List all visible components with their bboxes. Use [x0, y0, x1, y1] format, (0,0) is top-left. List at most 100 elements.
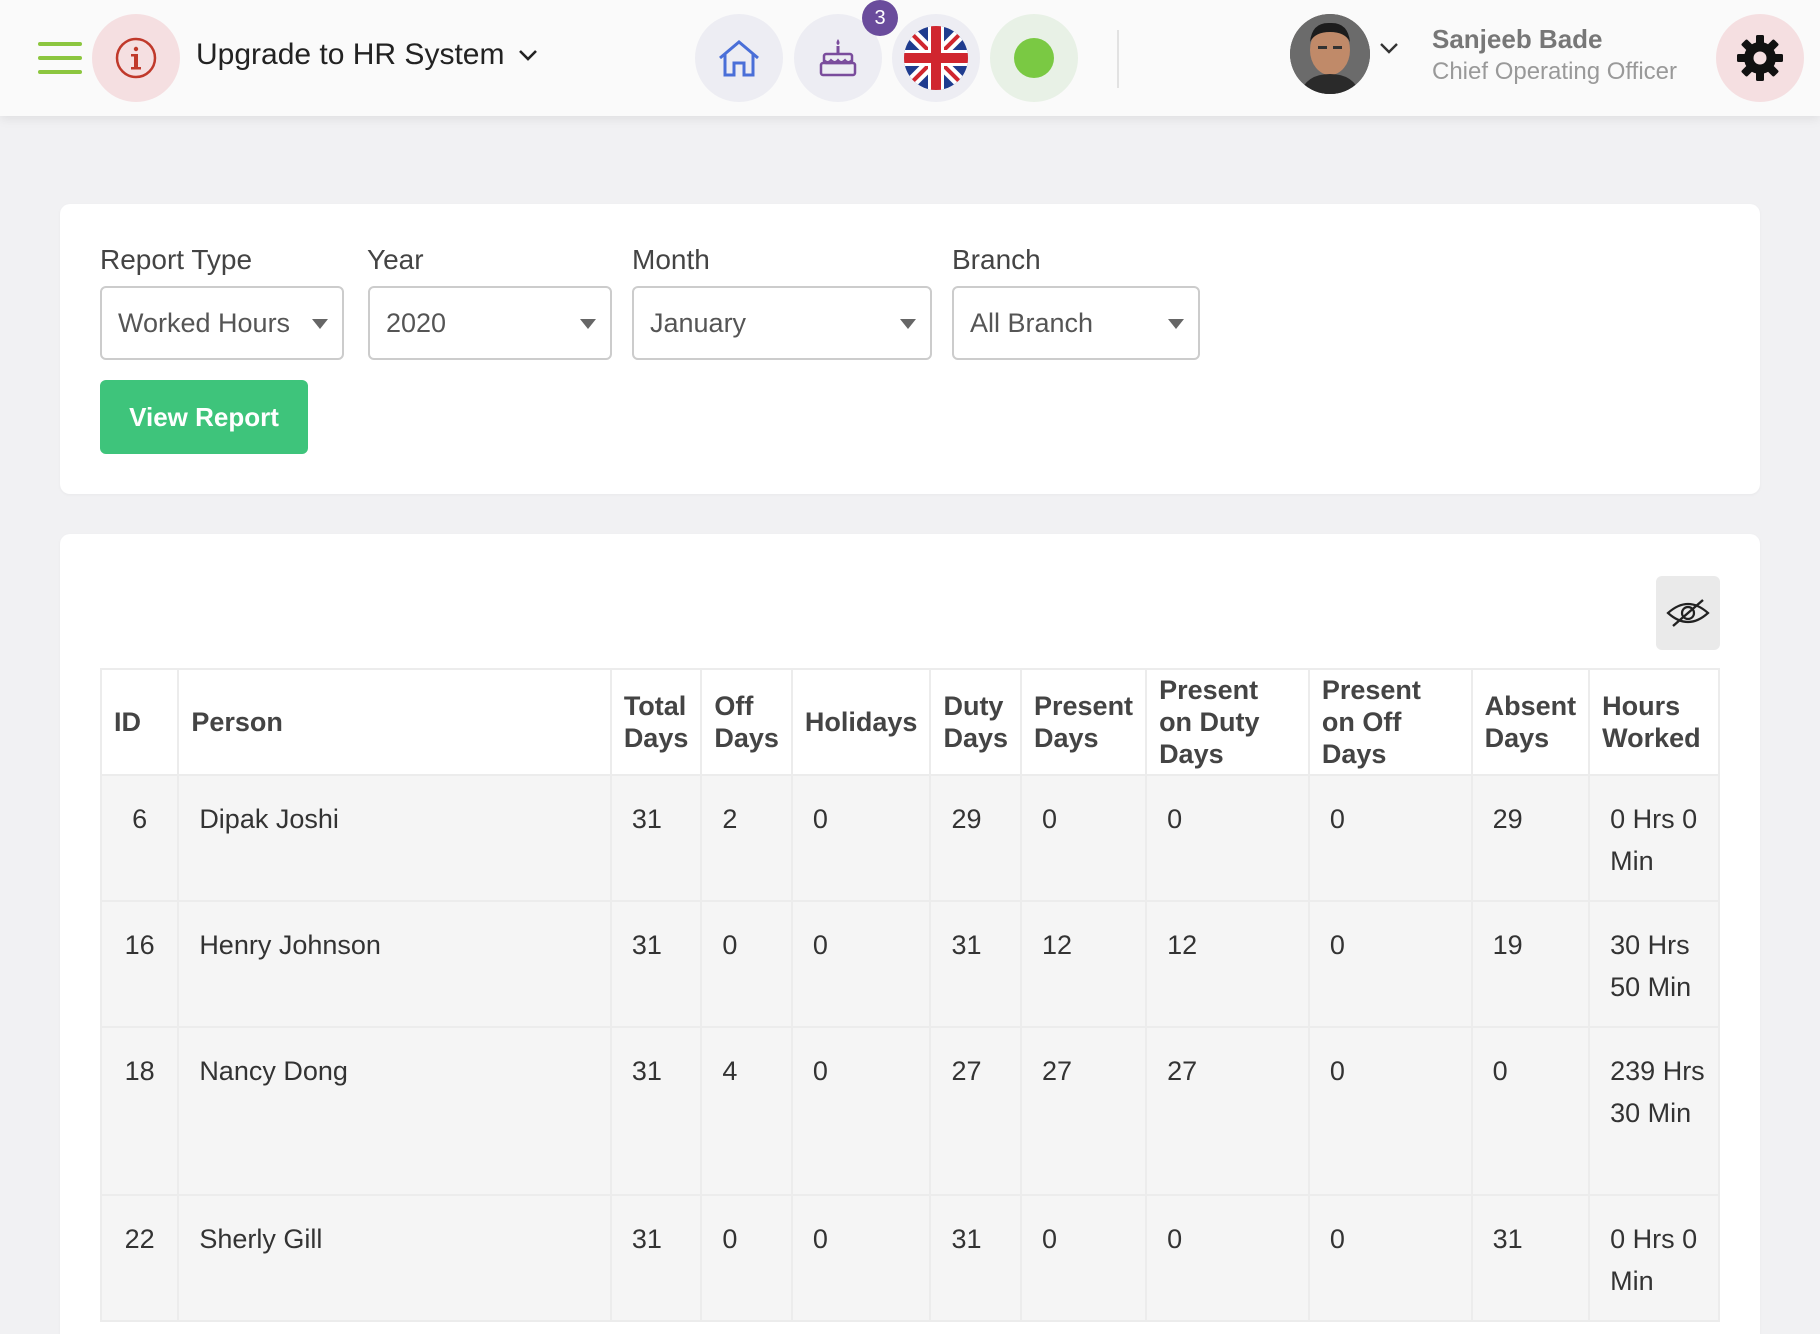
report-type-label: Report Type [100, 244, 253, 275]
column-header-duty-days[interactable]: Duty Days [929, 668, 1022, 776]
home-button[interactable] [695, 14, 783, 102]
cell-off-days: 2 [700, 774, 793, 902]
cell-present-on-off-days: 0 [1307, 774, 1473, 902]
menu-icon[interactable] [38, 42, 82, 74]
table-row: 18 Nancy Dong 31 4 0 27 27 27 0 0 239 Hr… [99, 1026, 1720, 1196]
cell-present-days: 0 [1019, 1194, 1148, 1322]
cell-present-days: 0 [1019, 774, 1148, 902]
cell-present-on-duty-days: 0 [1145, 1194, 1310, 1322]
column-header-hours-worked[interactable]: Hours Worked [1588, 668, 1720, 776]
chevron-down-icon [519, 50, 538, 61]
column-header-present-on-duty-days[interactable]: Present on Duty Days [1145, 668, 1310, 776]
cell-duty-days: 29 [929, 774, 1022, 902]
cell-id: 22 [99, 1194, 180, 1322]
month-label: Month [632, 244, 710, 275]
cell-id: 6 [99, 774, 180, 902]
cell-off-days: 4 [700, 1026, 793, 1196]
cell-absent-days: 0 [1470, 1026, 1591, 1196]
column-visibility-button[interactable] [1656, 576, 1720, 650]
table-row: 22 Sherly Gill 31 0 0 31 0 0 0 31 0 Hrs … [99, 1194, 1720, 1322]
user-photo-icon [1290, 14, 1370, 94]
year-value: 2020 [386, 307, 447, 338]
cell-total-days: 31 [609, 900, 703, 1028]
cell-id: 16 [99, 900, 180, 1028]
cell-duty-days: 31 [929, 900, 1022, 1028]
month-value: January [650, 307, 747, 338]
cell-holidays: 0 [790, 1026, 932, 1196]
year-select[interactable]: 2020 [368, 286, 612, 360]
online-status-icon [1014, 38, 1054, 78]
notification-badge: 3 [862, 0, 898, 36]
uk-flag-icon [904, 26, 968, 90]
cell-holidays: 0 [790, 900, 932, 1028]
header-divider [1117, 30, 1119, 88]
dropdown-caret-icon [900, 319, 916, 329]
branch-value: All Branch [970, 307, 1094, 338]
cell-present-on-duty-days: 27 [1145, 1026, 1310, 1196]
upgrade-dropdown[interactable]: Upgrade to HR System [196, 38, 538, 72]
month-select[interactable]: January [632, 286, 932, 360]
cell-absent-days: 29 [1470, 774, 1591, 902]
eye-off-icon [1666, 599, 1710, 627]
table-row: 6 Dipak Joshi 31 2 0 29 0 0 0 29 0 Hrs 0… [99, 774, 1720, 902]
status-button[interactable] [990, 14, 1078, 102]
cell-person: Henry Johnson [177, 900, 612, 1028]
cell-absent-days: 31 [1470, 1194, 1591, 1322]
report-type-select[interactable]: Worked Hours [100, 286, 344, 360]
user-menu-chevron[interactable] [1378, 40, 1400, 61]
cell-total-days: 31 [609, 1194, 703, 1322]
upgrade-title-text: Upgrade to HR System [196, 38, 505, 71]
top-bar: Upgrade to HR System 3 Sanjeeb Bade Chie… [0, 0, 1820, 116]
cell-absent-days: 19 [1470, 900, 1591, 1028]
cell-duty-days: 27 [929, 1026, 1022, 1196]
cell-person: Nancy Dong [177, 1026, 612, 1196]
cell-person: Dipak Joshi [177, 774, 612, 902]
chevron-down-icon [1380, 43, 1398, 54]
column-header-off-days[interactable]: Off Days [700, 668, 793, 776]
cell-total-days: 31 [609, 774, 703, 902]
cell-off-days: 0 [700, 1194, 793, 1322]
cell-duty-days: 31 [929, 1194, 1022, 1322]
view-report-button[interactable]: View Report [100, 380, 308, 454]
cell-off-days: 0 [700, 900, 793, 1028]
column-header-id[interactable]: ID [99, 668, 180, 776]
table-row: 16 Henry Johnson 31 0 0 31 12 12 0 19 30… [99, 900, 1720, 1028]
cell-present-days: 27 [1019, 1026, 1148, 1196]
cell-hours-worked: 30 Hrs 50 Min [1588, 900, 1720, 1028]
column-header-holidays[interactable]: Holidays [790, 668, 932, 776]
cell-id: 18 [99, 1026, 180, 1196]
cell-present-on-off-days: 0 [1307, 900, 1473, 1028]
cell-present-on-duty-days: 0 [1145, 774, 1310, 902]
user-name: Sanjeeb Bade [1432, 24, 1603, 54]
column-header-present-days[interactable]: Present Days [1019, 668, 1148, 776]
report-type-value: Worked Hours [118, 307, 291, 338]
language-button[interactable] [892, 14, 980, 102]
branch-label: Branch [952, 244, 1041, 275]
info-button[interactable] [92, 14, 180, 102]
cell-hours-worked: 0 Hrs 0 Min [1588, 774, 1720, 902]
branch-select[interactable]: All Branch [952, 286, 1200, 360]
cell-holidays: 0 [790, 774, 932, 902]
cell-holidays: 0 [790, 1194, 932, 1322]
dropdown-caret-icon [580, 319, 596, 329]
column-header-person[interactable]: Person [177, 668, 612, 776]
cell-present-days: 12 [1019, 900, 1148, 1028]
column-header-absent-days[interactable]: Absent Days [1470, 668, 1591, 776]
cell-present-on-off-days: 0 [1307, 1194, 1473, 1322]
avatar[interactable] [1290, 14, 1370, 94]
cell-present-on-off-days: 0 [1307, 1026, 1473, 1196]
worked-hours-table: ID Person Total Days Off Days Holidays D… [99, 668, 1720, 1322]
dropdown-caret-icon [312, 319, 328, 329]
info-icon [115, 37, 157, 79]
cell-present-on-duty-days: 12 [1145, 900, 1310, 1028]
column-header-total-days[interactable]: Total Days [609, 668, 703, 776]
year-label: Year [367, 244, 424, 275]
report-table-card: ID Person Total Days Off Days Holidays D… [60, 534, 1760, 1334]
report-filter-card: Report Type Worked Hours Year 2020 Month… [60, 204, 1760, 494]
column-header-present-on-off-days[interactable]: Present on Off Days [1307, 668, 1473, 776]
home-icon [719, 40, 759, 77]
settings-button[interactable] [1716, 14, 1804, 102]
cell-hours-worked: 0 Hrs 0 Min [1588, 1194, 1720, 1322]
cake-icon [819, 39, 857, 77]
table-header-row: ID Person Total Days Off Days Holidays D… [99, 668, 1720, 776]
